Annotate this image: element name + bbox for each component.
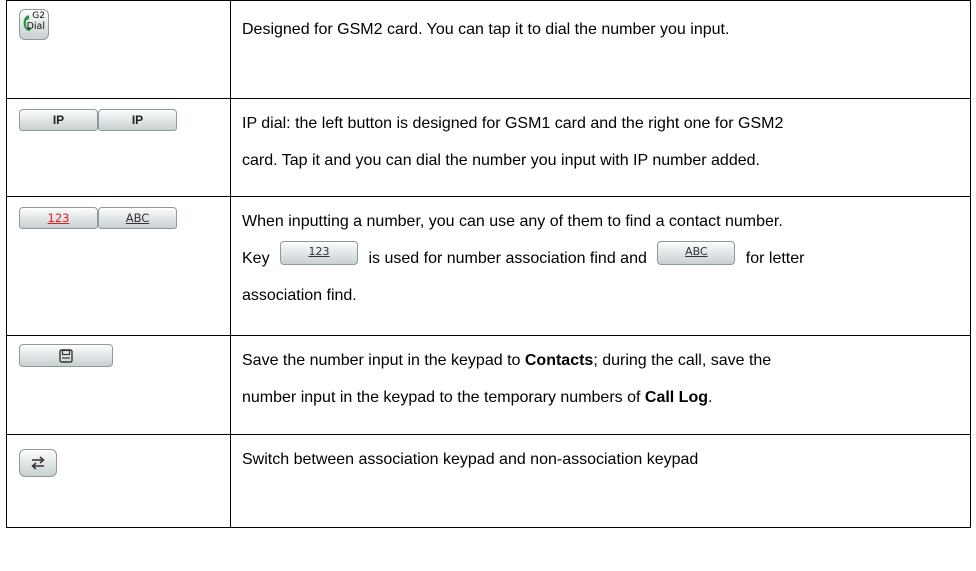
g2-label: G2 (32, 11, 45, 21)
inline-letter-key: ABC (657, 241, 736, 265)
key-middle-text: is used for number association find and (368, 250, 647, 267)
table-row: Save the number input in the keypad to C… (6, 335, 971, 435)
feature-table: G2 Dial Designed for GSM2 card. You can … (6, 0, 971, 528)
description-line: IP dial: the left button is designed for… (242, 115, 784, 132)
description-line: Save the number input in the keypad to C… (242, 342, 958, 379)
call-log-bold-text: Call Log (644, 389, 708, 406)
key-prefix-text: Key (242, 250, 270, 267)
description-cell: Designed for GSM2 card. You can tap it t… (230, 0, 971, 99)
text-run: Save the number input in the keypad to (242, 352, 525, 369)
text-run: . (708, 389, 713, 406)
letter-key-label: ABC (125, 211, 150, 225)
table-row: Switch between association keypad and no… (6, 434, 971, 528)
inline-letter-key-label: ABC (685, 245, 708, 258)
table-row: G2 Dial Designed for GSM2 card. You can … (6, 0, 971, 99)
icon-cell (6, 335, 231, 435)
g2-dial-button[interactable]: G2 Dial (19, 9, 49, 40)
description-line: number input in the keypad to the tempor… (242, 379, 958, 416)
description-text: Designed for GSM2 card. You can tap it t… (242, 21, 730, 38)
description-line: card. Tap it and you can dial the number… (242, 152, 760, 169)
dial-label: Dial (26, 21, 45, 32)
description-cell: Switch between association keypad and no… (230, 434, 971, 528)
inline-number-key: 123 (280, 241, 359, 265)
inline-number-key-label: 123 (308, 245, 330, 258)
description-line: Key 123 is used for number association f… (242, 240, 958, 277)
save-icon (59, 349, 73, 363)
icon-cell: IP IP (6, 98, 231, 197)
table-row: 123 ABC When inputting a number, you can… (6, 196, 971, 336)
description-cell: When inputting a number, you can use any… (230, 196, 971, 336)
text-run: ; during the call, save the (593, 352, 772, 369)
description-cell: IP dial: the left button is designed for… (230, 98, 971, 197)
switch-keypad-button[interactable] (19, 449, 57, 477)
key-suffix-text: for letter (745, 250, 805, 267)
number-key-label: 123 (47, 211, 70, 225)
ip-label: IP (52, 113, 65, 127)
description-cell: Save the number input in the keypad to C… (230, 335, 971, 435)
ip-dial-gsm2-button[interactable]: IP (98, 109, 177, 131)
switch-arrows-icon (31, 456, 45, 470)
description-line: association find. (242, 287, 357, 304)
contacts-bold-text: Contacts (524, 352, 594, 369)
text-run: number input in the keypad to the tempor… (242, 389, 645, 406)
icon-cell: G2 Dial (6, 0, 231, 99)
table-row: IP IP IP dial: the left button is design… (6, 98, 971, 197)
description-line: When inputting a number, you can use any… (242, 213, 783, 230)
ip-label: IP (131, 113, 144, 127)
ip-dial-gsm1-button[interactable]: IP (19, 109, 98, 131)
number-association-button[interactable]: 123 (19, 207, 98, 229)
icon-cell (6, 434, 231, 528)
icon-cell: 123 ABC (6, 196, 231, 336)
description-text: Switch between association keypad and no… (242, 451, 699, 468)
letter-association-button[interactable]: ABC (98, 207, 177, 229)
save-number-button[interactable] (19, 344, 113, 367)
